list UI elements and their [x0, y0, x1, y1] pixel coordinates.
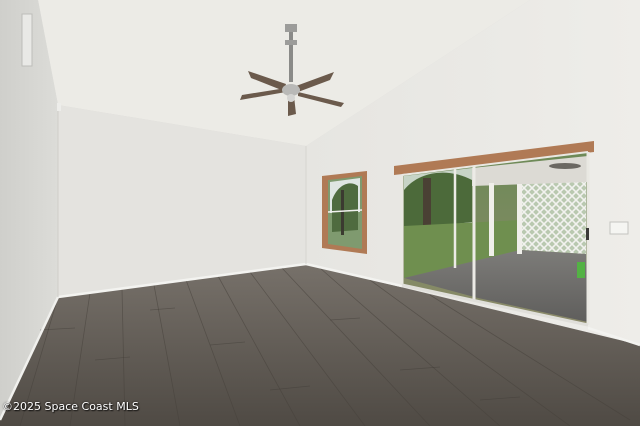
tree-trunk	[423, 178, 431, 228]
fan-downrod	[289, 28, 293, 82]
back-window	[322, 171, 367, 254]
room-photo	[0, 0, 640, 426]
watermark: ©2025 Space Coast MLS	[2, 400, 139, 413]
wall-switch-left	[57, 103, 61, 111]
patio-fan	[549, 163, 581, 169]
lattice-fence	[522, 180, 586, 254]
wall-vent	[21, 13, 33, 67]
tree-canopy	[404, 172, 472, 230]
patio-chair	[577, 262, 585, 278]
door-handle	[586, 228, 589, 240]
wall-outlet	[609, 221, 629, 235]
